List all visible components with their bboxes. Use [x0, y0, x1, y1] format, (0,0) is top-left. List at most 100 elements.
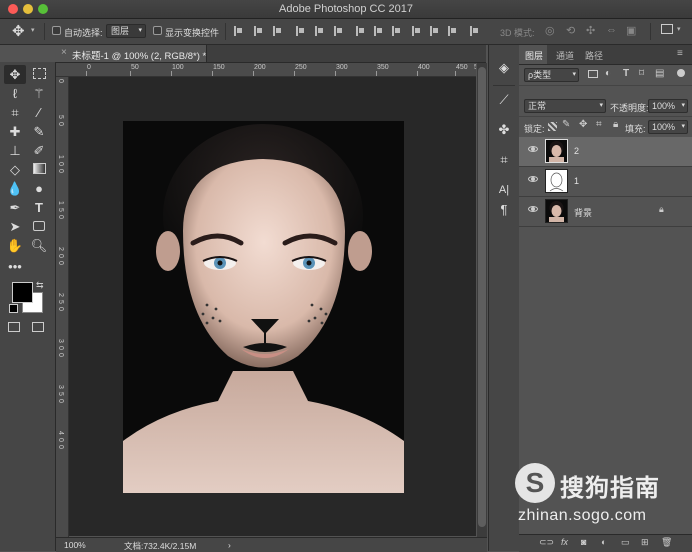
document-image[interactable] — [123, 121, 404, 493]
lasso-tool-icon[interactable]: ℓ — [4, 84, 26, 103]
fx-button[interactable]: fx — [561, 537, 568, 547]
paragraph-icon[interactable]: ¶ — [495, 201, 513, 219]
crop-tool-icon[interactable]: ⌗ — [4, 103, 26, 122]
path-selection-tool-icon[interactable]: ➤ — [4, 217, 26, 236]
zoom-level[interactable]: 100% — [64, 540, 86, 550]
crop-properties-icon[interactable]: ⌗ — [495, 151, 513, 169]
link-layers-icon[interactable]: ⊂⊃ — [539, 537, 554, 548]
libraries-icon[interactable]: ◈ — [495, 59, 513, 77]
eyedropper-tool-icon[interactable]: ⁄ — [28, 103, 50, 122]
layer-row-background[interactable]: 背景 🔒︎ — [519, 197, 692, 227]
character-icon[interactable]: A| — [495, 181, 513, 199]
zoom-tool-icon[interactable]: 🔍︎ — [28, 236, 50, 255]
layer-row-1[interactable]: 1 — [519, 167, 692, 197]
visibility-eye-icon[interactable] — [528, 206, 538, 212]
horizontal-ruler[interactable]: 0 50 100 150 200 250 300 350 400 450 500 — [56, 63, 476, 77]
3d-slide-icon[interactable]: ⇔ — [606, 24, 617, 36]
gradient-tool-icon[interactable] — [28, 160, 50, 179]
screen-mode-icon[interactable] — [32, 322, 44, 332]
move-tool-icon[interactable]: ✥ — [12, 22, 25, 40]
distribute-bottom-icon[interactable] — [392, 26, 401, 36]
visibility-eye-icon[interactable] — [528, 146, 538, 152]
marquee-tool-icon[interactable] — [28, 65, 50, 84]
adjustments-icon[interactable]: ⟋ — [495, 91, 513, 109]
workspace-chevron-icon[interactable]: ▾ — [677, 25, 681, 33]
eraser-tool-icon[interactable]: ◇ — [4, 160, 26, 179]
plugins-icon[interactable]: ✤ — [495, 121, 513, 139]
lock-pixels-icon[interactable]: ✎ — [562, 119, 570, 130]
shape-filter-icon[interactable]: ⌑ — [639, 68, 644, 79]
distribute-right-icon[interactable] — [448, 26, 457, 36]
auto-align-icon[interactable] — [470, 26, 479, 36]
filter-kind-dropdown[interactable]: ρ类型 ▾ — [524, 68, 579, 82]
lock-all-icon[interactable]: 🔒︎ — [613, 119, 618, 130]
align-horizontal-center-icon[interactable] — [254, 26, 263, 36]
foreground-color-swatch[interactable] — [12, 282, 33, 303]
blend-mode-dropdown[interactable]: 正常 ▾ — [524, 99, 606, 113]
tab-layers[interactable]: 图层 — [519, 45, 547, 64]
quick-mask-icon[interactable] — [8, 322, 20, 332]
tab-channels[interactable]: 通道 — [556, 49, 574, 62]
history-brush-tool-icon[interactable]: ✐ — [28, 141, 50, 160]
blur-tool-icon[interactable]: 💧 — [4, 179, 26, 198]
tab-paths[interactable]: 路径 — [585, 49, 603, 62]
visibility-eye-icon[interactable] — [528, 176, 538, 182]
healing-brush-tool-icon[interactable]: ✚ — [4, 122, 26, 141]
document-tab[interactable]: × 未标题-1 @ 100% (2, RGB/8*) * — [56, 45, 207, 62]
swap-colors-icon[interactable]: ⇆ — [36, 280, 44, 291]
magic-wand-tool-icon[interactable]: ⚚ — [28, 84, 50, 103]
align-bottom-icon[interactable] — [334, 26, 343, 36]
distribute-hcenter-icon[interactable] — [430, 26, 439, 36]
pixel-filter-icon[interactable] — [588, 70, 598, 78]
brush-tool-icon[interactable]: ✎ — [28, 122, 50, 141]
fill-input[interactable]: 100% ▾ — [648, 120, 688, 134]
delete-layer-icon[interactable]: 🗑︎ — [661, 537, 672, 548]
close-tab-icon[interactable]: × — [61, 47, 67, 58]
layer-name[interactable]: 2 — [574, 146, 579, 156]
align-left-icon[interactable] — [234, 26, 243, 36]
opacity-input[interactable]: 100% ▾ — [648, 99, 688, 113]
move-tool-icon[interactable]: ✥ — [4, 65, 26, 84]
distribute-left-icon[interactable] — [412, 26, 421, 36]
3d-pan-icon[interactable]: ✣ — [586, 24, 595, 37]
new-layer-icon[interactable]: ⊞ — [641, 537, 649, 548]
lock-position-icon[interactable]: ✥ — [579, 119, 587, 130]
align-vertical-center-icon[interactable] — [315, 26, 324, 36]
status-menu-arrow[interactable]: › — [228, 540, 231, 550]
layer-name[interactable]: 1 — [574, 176, 579, 186]
type-tool-icon[interactable]: T — [28, 198, 50, 217]
3d-roll-icon[interactable]: ⟲ — [566, 24, 575, 37]
hand-tool-icon[interactable]: ✋ — [4, 236, 26, 255]
panel-menu-icon[interactable]: ≡ — [677, 48, 683, 59]
show-transform-checkbox[interactable] — [153, 26, 162, 35]
3d-scale-icon[interactable]: ▣ — [626, 24, 636, 37]
more-tools-icon[interactable]: ••• — [4, 257, 26, 276]
align-top-icon[interactable] — [296, 26, 305, 36]
clone-stamp-tool-icon[interactable]: ⊥ — [4, 141, 26, 160]
auto-select-checkbox[interactable] — [52, 26, 61, 35]
add-mask-icon[interactable]: ◙ — [581, 537, 586, 547]
vertical-ruler[interactable]: 0 5 0 1 0 0 1 5 0 2 0 0 2 5 0 3 0 0 3 5 … — [56, 77, 69, 537]
distribute-top-icon[interactable] — [356, 26, 365, 36]
adjustment-filter-icon[interactable]: ◐ — [605, 68, 611, 79]
layer-name[interactable]: 背景 — [574, 206, 592, 219]
default-colors-icon[interactable] — [9, 304, 18, 313]
auto-select-dropdown[interactable]: 图层 ▾ — [106, 24, 146, 38]
canvas-vertical-scrollbar[interactable] — [477, 63, 487, 537]
workspace-icon[interactable] — [661, 24, 673, 34]
filter-toggle-icon[interactable] — [677, 69, 685, 77]
smart-object-filter-icon[interactable]: ▤ — [655, 68, 664, 79]
tool-preset-chevron-icon[interactable]: ▾ — [31, 26, 35, 34]
lock-artboard-icon[interactable]: ⌗ — [596, 119, 602, 130]
layer-row-2[interactable]: 2 — [519, 137, 692, 167]
align-right-icon[interactable] — [273, 26, 282, 36]
rectangle-tool-icon[interactable] — [28, 217, 50, 236]
lock-transparent-icon[interactable] — [548, 122, 557, 131]
new-group-icon[interactable]: ▭ — [621, 537, 630, 548]
pen-tool-icon[interactable]: ✒ — [4, 198, 26, 217]
scrollbar-thumb[interactable] — [478, 67, 486, 527]
type-filter-icon[interactable]: T — [623, 68, 629, 79]
new-adjustment-icon[interactable]: ◐ — [601, 537, 606, 547]
distribute-vcenter-icon[interactable] — [374, 26, 383, 36]
3d-orbit-icon[interactable]: ◎ — [545, 24, 555, 37]
